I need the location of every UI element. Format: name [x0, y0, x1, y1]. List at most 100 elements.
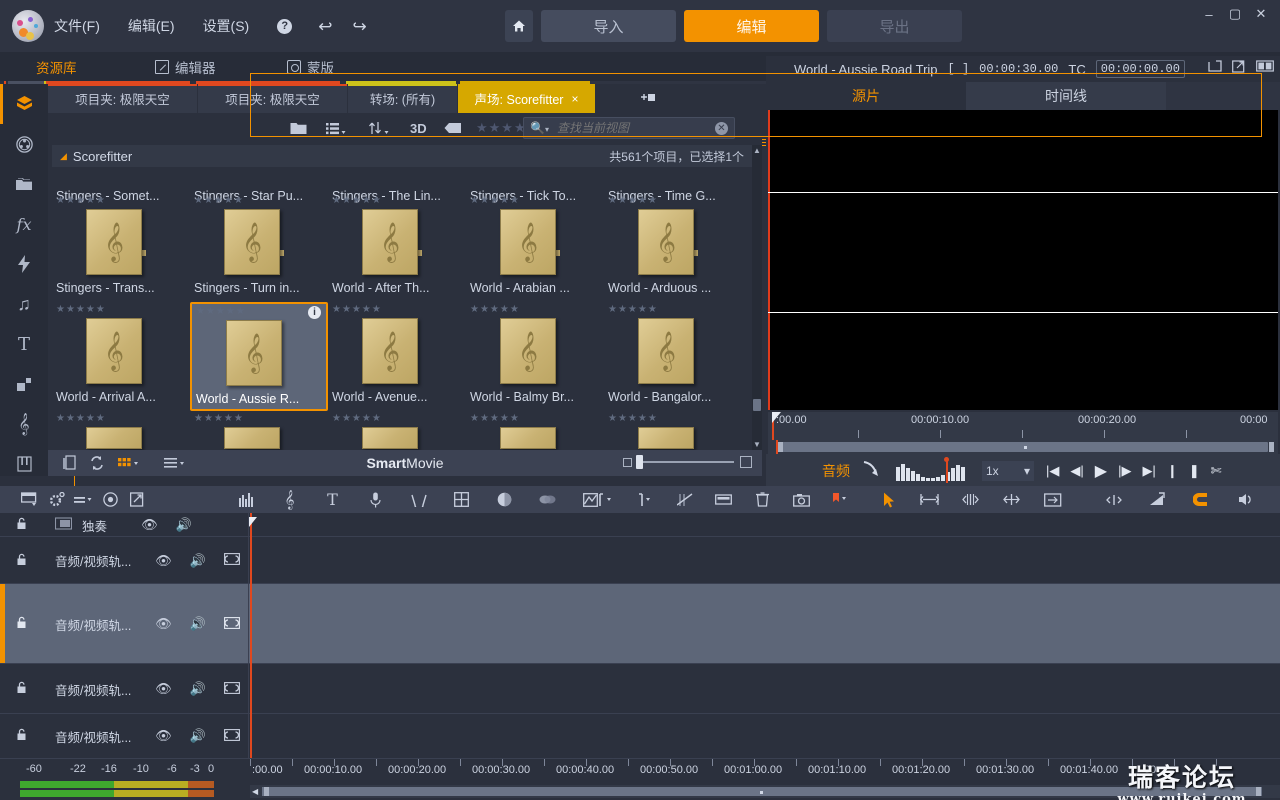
- item-rating[interactable]: ★★★★★: [332, 413, 382, 424]
- audio-mixer-icon[interactable]: [233, 486, 260, 513]
- scrollbar-right-grip[interactable]: [1256, 787, 1261, 796]
- list-item[interactable]: ★★★★★ 𝄞 World - Arduous ...: [604, 193, 742, 302]
- list-item[interactable]: ★★★★★: [190, 411, 328, 450]
- audio-scrub-icon[interactable]: [1232, 486, 1259, 513]
- scrollbar-left-grip[interactable]: [264, 787, 269, 796]
- item-rating[interactable]: ★★★★★: [56, 195, 106, 206]
- home-button[interactable]: [505, 10, 533, 42]
- grid-view-icon[interactable]: [118, 454, 142, 472]
- magic-wand-icon[interactable]: [1276, 486, 1280, 513]
- audio-curve-icon[interactable]: [862, 460, 880, 482]
- lock-icon[interactable]: [16, 517, 29, 533]
- collapse-caret-icon[interactable]: ◢: [60, 151, 67, 162]
- playback-speed-select[interactable]: 1x ▾: [982, 461, 1034, 481]
- delete-icon[interactable]: [749, 486, 776, 513]
- eye-icon[interactable]: 👁: [141, 517, 158, 533]
- marker-flag-icon[interactable]: [827, 486, 854, 513]
- timeline-playhead-handle[interactable]: [249, 517, 257, 527]
- sync-icon[interactable]: [90, 454, 104, 472]
- rail-item-folders[interactable]: [0, 164, 48, 204]
- trim-out-handle[interactable]: [1269, 442, 1274, 452]
- disc-icon[interactable]: [97, 486, 124, 513]
- slider-handle[interactable]: [636, 455, 643, 469]
- lock-icon[interactable]: [16, 553, 29, 569]
- info-icon[interactable]: i: [308, 306, 321, 319]
- copy-icon[interactable]: [62, 454, 77, 472]
- transparency-icon[interactable]: [224, 616, 240, 632]
- list-item[interactable]: ★★★★★ 𝄞 World - Arabian ...: [466, 193, 604, 302]
- timeline-track-4[interactable]: 音频/视频轨... 👁 🔊: [0, 714, 1280, 758]
- library-tab-0[interactable]: 项目夹: 极限天空: [48, 84, 198, 113]
- speaker-icon[interactable]: 🔊: [190, 728, 206, 744]
- maximize-button[interactable]: ▢: [1222, 2, 1248, 26]
- timeline-track-2-selected[interactable]: 音频/视频轨... 👁 🔊: [0, 584, 1280, 664]
- item-rating[interactable]: ★★★★★: [470, 304, 520, 315]
- tab-library[interactable]: 资源库: [26, 52, 788, 528]
- item-rating[interactable]: ★★★★★: [608, 195, 658, 206]
- rail-item-overlay[interactable]: [0, 364, 48, 404]
- transparency-icon[interactable]: [224, 728, 240, 744]
- trim-both-icon[interactable]: [916, 486, 943, 513]
- curve-icon[interactable]: [405, 486, 432, 513]
- list-item[interactable]: ★★★★★: [328, 411, 466, 450]
- play-button[interactable]: ▶: [1095, 461, 1107, 481]
- title-icon[interactable]: T: [319, 486, 346, 513]
- magnet-icon[interactable]: [1188, 486, 1215, 513]
- step-forward-button[interactable]: |▶: [1118, 463, 1131, 479]
- mark-in-icon[interactable]: [593, 486, 620, 513]
- go-to-end-button[interactable]: ▶|: [1142, 463, 1155, 479]
- timeline-horizontal-scrollbar[interactable]: ◀: [250, 785, 1280, 798]
- mark-out-icon[interactable]: [632, 486, 659, 513]
- list-item[interactable]: ★★★★★ 𝄞 World - Arrival A...: [52, 302, 190, 411]
- eye-icon[interactable]: 👁: [155, 728, 172, 744]
- slider-track[interactable]: [636, 455, 734, 469]
- timeline-track-1[interactable]: 音频/视频轨... 👁 🔊: [0, 537, 1280, 584]
- item-rating[interactable]: ★★★★★: [194, 413, 244, 424]
- list-item[interactable]: ★★★★★ 𝄞 Stingers - Trans...: [52, 193, 190, 302]
- speaker-icon[interactable]: 🔊: [190, 553, 206, 569]
- lock-icon[interactable]: [16, 616, 29, 632]
- menu-settings[interactable]: 设置(S): [199, 14, 254, 38]
- help-icon[interactable]: ?: [277, 18, 293, 34]
- fit-icon[interactable]: [1039, 486, 1066, 513]
- speaker-icon[interactable]: 🔊: [190, 681, 206, 697]
- list-item[interactable]: ★★★★★: [604, 411, 742, 450]
- rail-item-project[interactable]: [0, 84, 48, 124]
- rail-item-scorefitter[interactable]: 𝄞: [0, 404, 48, 444]
- menu-file[interactable]: 文件(F): [50, 14, 104, 38]
- timeline-track-3[interactable]: 音频/视频轨... 👁 🔊: [0, 664, 1280, 714]
- list-item[interactable]: ★★★★★ 𝄞 World - Avenue...: [328, 302, 466, 411]
- lock-icon[interactable]: [16, 728, 29, 744]
- timeline-ruler[interactable]: :00.00 00:00:10.00 00:00:20.00 00:00:30.…: [248, 759, 1280, 785]
- rail-item-title[interactable]: T: [0, 324, 48, 364]
- clear-marks-button[interactable]: ✄: [1211, 463, 1222, 479]
- step-back-button[interactable]: ◀|: [1070, 463, 1083, 479]
- marker-icon[interactable]: [70, 486, 97, 513]
- eye-icon[interactable]: 👁: [155, 616, 172, 632]
- eye-icon[interactable]: 👁: [155, 681, 172, 697]
- preview-scrub-bar[interactable]: [768, 440, 1278, 454]
- clear-marks-icon[interactable]: [671, 486, 698, 513]
- ramp-icon[interactable]: [1144, 486, 1171, 513]
- transparency-icon[interactable]: [224, 681, 240, 697]
- roll-edit-icon[interactable]: [957, 486, 984, 513]
- speaker-icon[interactable]: 🔊: [176, 517, 192, 533]
- preview-video-screen[interactable]: [768, 110, 1278, 410]
- close-button[interactable]: ✕: [1248, 2, 1274, 26]
- mark-out-button[interactable]: ❚: [1189, 463, 1200, 479]
- menu-edit[interactable]: 编辑(E): [124, 14, 179, 38]
- settings-gear-icon[interactable]: [43, 486, 70, 513]
- list-item[interactable]: ★★★★★ 𝄞 World - Bangalor...: [604, 302, 742, 411]
- voiceover-icon[interactable]: [362, 486, 389, 513]
- preview-timeline-ruler[interactable]: :00.00 00:00:10.00 00:00:20.00 00:00: [768, 412, 1278, 440]
- scroll-up-icon[interactable]: ▲: [752, 145, 762, 156]
- eye-icon[interactable]: 👁: [155, 553, 172, 569]
- scrub-track[interactable]: [778, 442, 1268, 452]
- item-rating[interactable]: ★★★★★: [332, 304, 382, 315]
- thumbnail-size-slider[interactable]: [623, 455, 752, 469]
- item-rating[interactable]: ★★★★★: [56, 304, 106, 315]
- scroll-left-icon[interactable]: ◀: [252, 787, 258, 796]
- waveform-icon[interactable]: [896, 457, 968, 483]
- center-icon[interactable]: [1100, 486, 1127, 513]
- scroll-down-icon[interactable]: ▼: [752, 439, 762, 450]
